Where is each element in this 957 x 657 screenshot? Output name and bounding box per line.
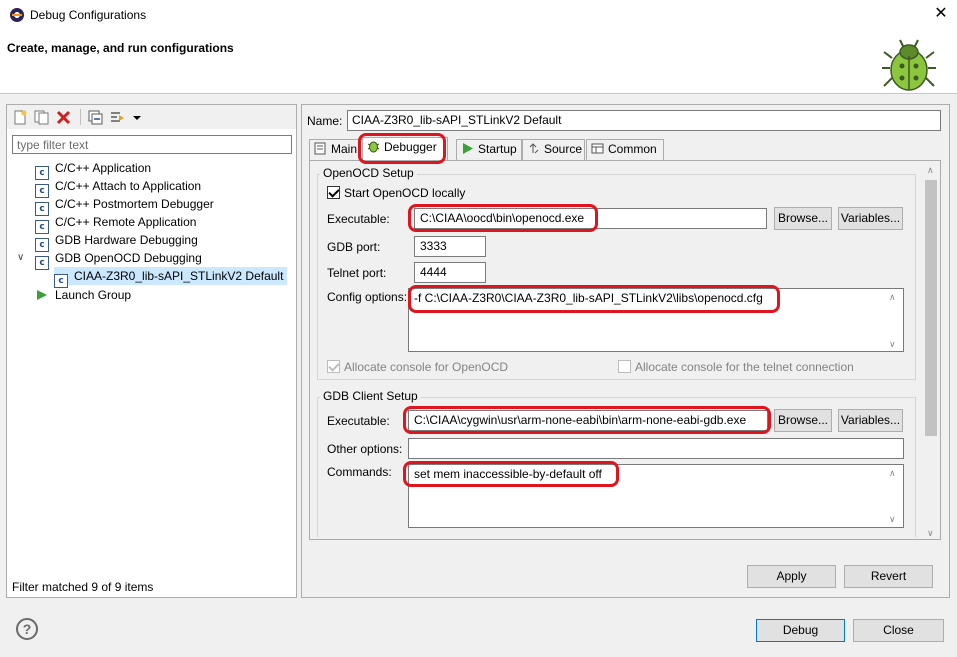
expand-chevron-icon[interactable]: ∨ [17,252,24,263]
name-label: Name: [307,114,343,128]
tab-startup[interactable]: Startup [456,139,522,160]
filter-input[interactable] [12,135,292,154]
debugger-tab-icon [367,141,380,153]
tree-item-gdb-openocd[interactable]: c GDB OpenOCD Debugging [35,249,202,270]
gdb-port-field[interactable]: 3333 [414,236,486,257]
tree-item-label: CIAA-Z3R0_lib-sAPI_STLinkV2 Default [74,269,284,283]
tree-item-ciaa-default[interactable]: c CIAA-Z3R0_lib-sAPI_STLinkV2 Default [54,267,288,288]
launch-group-icon [37,290,47,300]
tree-toolbar [7,105,296,129]
tree-item-label: C/C++ Application [55,161,152,175]
close-window-button[interactable]: ✕ [930,3,952,25]
tab-common[interactable]: Common [586,139,664,160]
banner-title: Create, manage, and run configurations [7,41,234,55]
checkbox-box [327,360,340,373]
window-title: Debug Configurations [30,8,147,22]
close-button[interactable]: Close [853,619,944,642]
openocd-browse-button[interactable]: Browse... [774,207,832,230]
debug-button[interactable]: Debug [756,619,845,642]
config-options-label: Config options: [327,290,408,304]
c-config-icon: c [35,256,49,270]
tab-label: Common [608,142,657,156]
gdb-port-label: GDB port: [327,240,381,254]
common-tab-icon [591,143,604,154]
start-openocd-label: Start OpenOCD locally [344,186,466,200]
alloc-console-label: Allocate console for OpenOCD [344,360,509,374]
delete-icon[interactable] [56,110,71,125]
name-field[interactable]: CIAA-Z3R0_lib-sAPI_STLinkV2 Default [347,110,941,131]
checkbox-box [327,186,340,199]
tree-item-cpp-application[interactable]: c C/C++ Application [35,159,152,180]
main-tab-icon [314,142,326,155]
dropdown-arrow-icon[interactable] [130,110,145,125]
collapse-all-icon[interactable] [88,110,103,125]
tab-label: Debugger [384,140,437,154]
tab-source[interactable]: Source [522,139,585,160]
scroll-up-icon[interactable]: ∧ [889,468,896,479]
gdb-browse-button[interactable]: Browse... [774,409,832,432]
telnet-port-label: Telnet port: [327,266,387,280]
tree-item-label: C/C++ Postmortem Debugger [55,197,214,211]
commands-label: Commands: [327,465,392,479]
toolbar-separator [80,109,81,125]
gdb-client-group-title: GDB Client Setup [320,389,421,403]
checkbox-box [618,360,631,373]
bug-icon [882,39,936,91]
openocd-executable-field[interactable]: C:\CIAA\oocd\bin\openocd.exe [414,208,767,229]
alloc-telnet-label: Allocate console for the telnet connecti… [635,360,854,374]
filter-status: Filter matched 9 of 9 items [12,580,154,594]
tab-label: Source [544,142,583,156]
tab-debugger[interactable]: Debugger [362,137,448,161]
other-options-field[interactable] [408,438,904,459]
apply-button[interactable]: Apply [747,565,836,588]
other-options-label: Other options: [327,442,403,456]
duplicate-icon[interactable] [34,110,49,125]
eclipse-icon [10,8,24,22]
scroll-down-icon[interactable]: ∨ [889,339,896,350]
tree-item-cpp-attach[interactable]: c C/C++ Attach to Application [35,177,202,198]
commands-field[interactable]: set mem inaccessible-by-default off [408,464,904,528]
new-config-icon[interactable] [13,110,28,125]
alloc-telnet-checkbox[interactable]: Allocate console for the telnet connecti… [618,360,854,374]
openocd-variables-button[interactable]: Variables... [838,207,903,230]
tree-item-launch-group[interactable]: Launch Group [35,286,131,304]
filter-icon[interactable] [110,110,125,125]
config-options-field[interactable]: -f C:\CIAA-Z3R0\CIAA-Z3R0_lib-sAPI_STLin… [408,288,904,352]
tree-item-label: C/C++ Attach to Application [55,179,202,193]
openocd-executable-label: Executable: [327,212,390,226]
revert-button[interactable]: Revert [844,565,933,588]
gdb-executable-field[interactable]: C:\CIAA\cygwin\usr\arm-none-eabi\bin\arm… [408,410,768,431]
tree-item-label: GDB OpenOCD Debugging [55,251,202,265]
openocd-group-title: OpenOCD Setup [320,166,417,180]
tree-item-gdb-hardware[interactable]: c GDB Hardware Debugging [35,231,198,252]
tab-label: Startup [478,142,517,156]
scroll-up-icon[interactable]: ∧ [889,292,896,303]
alloc-console-checkbox[interactable]: Allocate console for OpenOCD [327,360,508,374]
tab-label: Main [331,142,358,156]
scroll-down-icon[interactable]: ∨ [927,528,934,539]
tree-item-cpp-postmortem[interactable]: c C/C++ Postmortem Debugger [35,195,214,216]
gdb-variables-button[interactable]: Variables... [838,409,903,432]
startup-tab-icon [463,143,473,154]
scroll-up-icon[interactable]: ∧ [927,165,934,176]
tab-main[interactable]: Main [309,139,363,160]
help-icon[interactable]: ? [16,618,38,640]
scrollbar-thumb[interactable] [925,180,937,436]
tree-item-label: C/C++ Remote Application [55,215,197,229]
source-tab-icon [529,143,539,154]
tree-item-cpp-remote[interactable]: c C/C++ Remote Application [35,213,197,234]
gdb-executable-label: Executable: [327,414,390,428]
telnet-port-field[interactable]: 4444 [414,262,486,283]
tree-item-label: Launch Group [55,288,132,302]
tree-item-label: GDB Hardware Debugging [55,233,198,247]
scroll-down-icon[interactable]: ∨ [889,514,896,525]
start-openocd-checkbox[interactable]: Start OpenOCD locally [327,186,465,200]
